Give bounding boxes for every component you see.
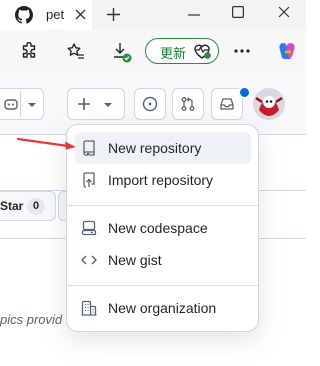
plus-icon xyxy=(78,98,90,110)
chevron-down-icon xyxy=(104,103,112,107)
chevron-down-icon xyxy=(28,103,36,107)
organization-icon xyxy=(81,300,97,316)
pull-requests-button[interactable] xyxy=(172,88,204,120)
more-options-icon[interactable] xyxy=(234,49,250,53)
update-button-label: 更新 xyxy=(160,46,187,61)
menu-item-label: Import repository xyxy=(108,172,214,188)
repo-icon xyxy=(83,140,95,156)
copilot-icon xyxy=(4,99,18,110)
menu-item-import-repository[interactable]: Import repository xyxy=(75,164,251,196)
menu-item-new-organization[interactable]: New organization xyxy=(75,292,251,324)
heart-pulse-icon xyxy=(194,44,211,59)
star-button-label: Star xyxy=(0,199,24,213)
annotation-arrow-icon xyxy=(16,137,76,150)
menu-item-new-codespace[interactable]: New codespace xyxy=(75,212,251,244)
about-description-text: pics provid xyxy=(0,312,63,327)
avatar-image xyxy=(253,88,285,120)
close-window-icon[interactable] xyxy=(278,6,290,18)
codespaces-icon xyxy=(81,220,97,236)
copilot-icon[interactable] xyxy=(276,40,298,62)
menu-item-label: New codespace xyxy=(108,220,208,236)
repo-push-icon xyxy=(83,172,95,188)
code-icon xyxy=(81,255,97,265)
maximize-icon[interactable] xyxy=(232,6,244,18)
update-button[interactable]: 更新 xyxy=(145,38,219,64)
menu-item-label: New organization xyxy=(108,300,217,316)
menu-item-label: New gist xyxy=(108,252,162,268)
notification-dot xyxy=(238,86,251,99)
menu-item-new-gist[interactable]: New gist xyxy=(75,244,251,276)
tab-title: pet xyxy=(46,7,65,22)
menu-separator xyxy=(67,285,258,286)
copilot-menu-button[interactable] xyxy=(0,88,44,120)
close-tab-icon[interactable] xyxy=(75,9,86,20)
inbox-icon xyxy=(220,98,234,110)
star-count: 0 xyxy=(27,198,45,215)
create-new-button[interactable] xyxy=(67,88,125,120)
git-pull-request-icon xyxy=(181,97,195,111)
github-logo-icon xyxy=(15,6,33,24)
menu-item-label: New repository xyxy=(108,140,202,156)
downloads-icon[interactable] xyxy=(112,41,132,63)
extensions-icon[interactable] xyxy=(20,42,38,60)
menu-item-new-repository[interactable]: New repository xyxy=(75,132,251,164)
issue-opened-icon xyxy=(142,96,158,112)
create-new-dropdown: New repository Import repository New cod… xyxy=(66,124,259,332)
minimize-icon[interactable] xyxy=(188,14,200,16)
star-button[interactable]: Star 0 xyxy=(0,191,56,221)
browser-tab[interactable]: pet xyxy=(0,0,92,30)
new-tab-icon[interactable] xyxy=(106,7,121,22)
menu-separator xyxy=(67,205,258,206)
favorites-icon[interactable] xyxy=(66,42,85,61)
issues-button[interactable] xyxy=(134,88,166,120)
avatar[interactable] xyxy=(253,88,285,120)
button-divider xyxy=(20,91,21,117)
